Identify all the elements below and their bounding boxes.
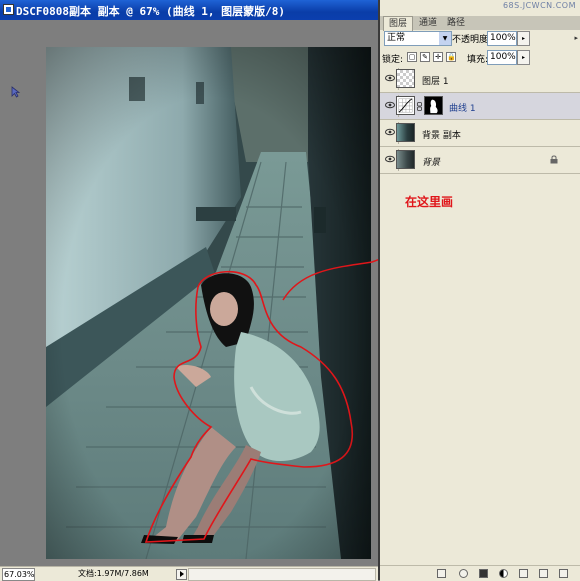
photo-canvas[interactable] [46,47,371,559]
status-bar: 67.03% 文档:1.97M/7.86M [0,566,378,581]
lock-position-icon[interactable]: ✛ [433,52,443,62]
blend-mode-select[interactable]: 正常 ▼ [384,31,452,46]
tab-layers[interactable]: 图层 [383,16,414,31]
opacity-field[interactable]: 100% [487,31,517,46]
eye-icon[interactable] [385,101,395,109]
lock-transparency-icon[interactable]: ▢ [407,52,417,62]
opacity-label: 不透明度: [452,35,492,45]
document-size: 文档:1.97M/7.86M [78,569,149,578]
eye-icon[interactable] [385,74,395,82]
add-mask-icon[interactable] [479,569,488,578]
alley-photo-image [46,47,371,559]
blend-mode-value: 正常 [387,33,406,43]
horizontal-scrollbar[interactable] [188,568,376,581]
panel-bottom-toolbar [380,565,580,581]
new-group-icon[interactable] [519,569,528,578]
site-watermark: 68S.JCWCN.COM [502,1,576,10]
layer-mask-thumbnail[interactable] [424,96,443,115]
lock-pixels-icon[interactable]: ✎ [420,52,430,62]
chevron-down-icon[interactable]: ▼ [439,32,451,45]
panel-menu-icon[interactable]: ▸ [574,34,578,42]
lock-all-icon[interactable]: 🔒 [446,52,456,62]
tab-channels[interactable]: 通道 [414,16,442,30]
layer-name: 背景 副本 [422,131,461,141]
new-layer-icon[interactable] [539,569,548,578]
lock-label: 锁定: [382,55,404,65]
panel-tabs: 图层 通道 路径 ▸ [380,16,580,42]
link-layers-icon[interactable] [437,569,446,578]
layer-thumbnail [396,69,415,88]
tab-paths[interactable]: 路径 [442,16,470,30]
layer-row-background-copy[interactable]: 背景 副本 [380,120,580,147]
cursor-icon [11,86,21,98]
fill-stepper-icon[interactable]: ▸ [517,50,530,65]
layer-name: 曲线 1 [449,104,476,114]
eye-icon[interactable] [385,155,395,163]
zoom-field[interactable]: 67.03% [2,568,35,581]
layer-thumbnail [396,150,415,169]
eye-icon[interactable] [385,128,395,136]
chain-link-icon[interactable] [417,102,422,111]
canvas-area[interactable] [0,20,378,566]
document-titlebar[interactable]: DSCF0808副本 副本 @ 67% (曲线 1, 图层蒙版/8) [0,0,378,20]
opacity-stepper-icon[interactable]: ▸ [517,31,530,46]
layer-row-curves1[interactable]: 曲线 1 [380,93,580,120]
fill-field[interactable]: 100% [487,50,517,65]
status-menu-arrow-icon[interactable] [176,569,187,580]
layer-style-icon[interactable] [459,569,468,578]
layer-name: 图层 1 [422,77,449,87]
document-title: DSCF0808副本 副本 @ 67% (曲线 1, 图层蒙版/8) [16,5,285,18]
curves-adjustment-icon [396,96,415,115]
adjustment-layer-icon[interactable] [499,569,508,578]
layer-thumbnail [396,123,415,142]
layer-row-layer1[interactable]: 图层 1 [380,66,580,93]
fill-label: 填充: [467,55,489,65]
photoshop-document-icon [3,4,14,15]
layers-panel: 图层 通道 路径 ▸ 68S.JCWCN.COM 正常 ▼ 不透明度: 100%… [378,0,580,581]
document-window: DSCF0808副本 副本 @ 67% (曲线 1, 图层蒙版/8) 67.03… [0,0,378,581]
layer-name: 背景 [422,158,441,168]
trash-icon[interactable] [559,569,568,578]
lock-icon [550,155,558,164]
handwritten-annotation: 在这里画 [405,195,454,209]
layer-row-background[interactable]: 背景 [380,147,580,174]
